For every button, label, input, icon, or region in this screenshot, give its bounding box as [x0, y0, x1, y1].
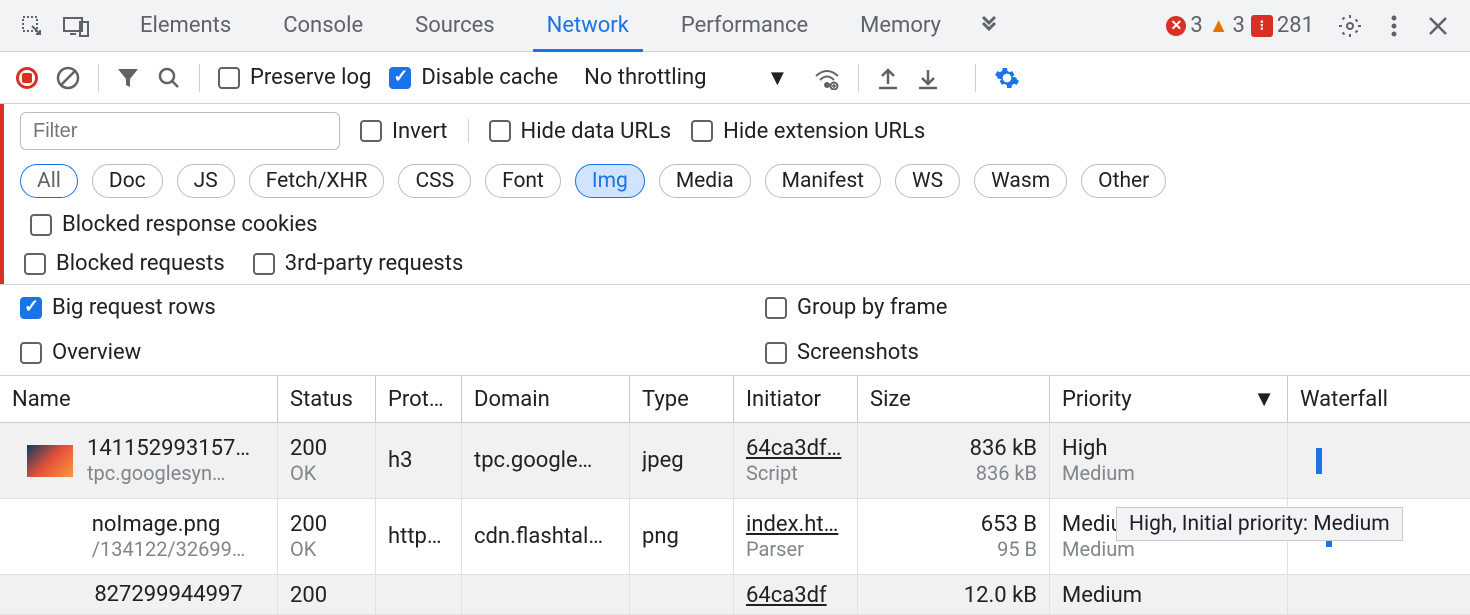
tab-performance[interactable]: Performance	[657, 0, 832, 52]
chevron-down-icon: ▼	[766, 65, 788, 91]
col-priority[interactable]: Priority ▼	[1050, 376, 1288, 422]
tab-memory[interactable]: Memory	[836, 0, 965, 52]
view-settings: Big request rows Group by frame Overview…	[0, 284, 1470, 375]
chip-doc[interactable]: Doc	[92, 164, 163, 198]
waterfall-bar	[1316, 448, 1322, 474]
overview-checkbox[interactable]: Overview	[20, 340, 141, 365]
chip-media[interactable]: Media	[659, 164, 751, 198]
kebab-menu-icon[interactable]	[1374, 6, 1414, 46]
blocked-cookies-checkbox[interactable]: Blocked response cookies	[30, 212, 318, 237]
sort-descending-icon: ▼	[1253, 386, 1275, 412]
inspect-icon[interactable]	[12, 6, 52, 46]
filter-input[interactable]	[20, 112, 340, 150]
upload-icon[interactable]	[877, 66, 899, 90]
col-domain[interactable]: Domain	[462, 376, 630, 422]
tab-network[interactable]: Network	[523, 0, 653, 52]
search-icon[interactable]	[157, 66, 181, 90]
initiator-link[interactable]: 64ca3df…	[746, 436, 845, 461]
chip-other[interactable]: Other	[1081, 164, 1166, 198]
col-name[interactable]: Name	[0, 376, 278, 422]
tab-sources[interactable]: Sources	[391, 0, 519, 52]
type-filter-chips: All Doc JS Fetch/XHR CSS Font Img Media …	[4, 158, 1470, 243]
table-row[interactable]: 827299944997 200 64ca3df 12.0 kB Medium	[0, 575, 1470, 615]
network-table-header: Name Status Prot… Domain Type Initiator …	[0, 375, 1470, 423]
col-size[interactable]: Size	[858, 376, 1050, 422]
filter-icon[interactable]	[117, 67, 139, 89]
network-conditions-icon[interactable]	[814, 66, 840, 90]
initiator-link[interactable]: index.ht…	[746, 512, 845, 537]
device-toggle-icon[interactable]	[56, 6, 96, 46]
main-tabs-bar: Elements Console Sources Network Perform…	[0, 0, 1470, 52]
more-tabs-icon[interactable]	[969, 6, 1009, 46]
chip-css[interactable]: CSS	[398, 164, 471, 198]
clear-icon[interactable]	[56, 66, 80, 90]
big-rows-checkbox[interactable]: Big request rows	[20, 295, 216, 320]
chip-fetch[interactable]: Fetch/XHR	[249, 164, 385, 198]
throttling-select[interactable]: No throttling ▼	[576, 65, 796, 91]
preserve-log-checkbox[interactable]: Preserve log	[218, 65, 371, 90]
close-icon[interactable]	[1418, 6, 1458, 46]
col-type[interactable]: Type	[630, 376, 734, 422]
issues-icon: ⁝	[1251, 15, 1273, 37]
col-initiator[interactable]: Initiator	[734, 376, 858, 422]
resource-thumbnail	[27, 445, 73, 477]
chip-manifest[interactable]: Manifest	[765, 164, 881, 198]
record-button[interactable]	[16, 67, 38, 89]
network-toolbar: Preserve log Disable cache No throttling…	[0, 52, 1470, 104]
group-by-frame-checkbox[interactable]: Group by frame	[765, 295, 947, 320]
chip-wasm[interactable]: Wasm	[974, 164, 1067, 198]
screenshots-checkbox[interactable]: Screenshots	[765, 340, 919, 365]
chip-img[interactable]: Img	[575, 164, 645, 198]
error-badges[interactable]: ✕3 ▲3 ⁝281	[1166, 13, 1314, 38]
settings-gear-icon[interactable]	[1330, 6, 1370, 46]
chip-all[interactable]: All	[20, 164, 78, 198]
chip-font[interactable]: Font	[485, 164, 561, 198]
chip-js[interactable]: JS	[177, 164, 235, 198]
hide-data-urls-checkbox[interactable]: Hide data URLs	[489, 119, 672, 144]
hide-extension-urls-checkbox[interactable]: Hide extension URLs	[691, 119, 925, 144]
tab-elements[interactable]: Elements	[116, 0, 255, 52]
network-table-body: 141152993157… tpc.googlesyn… 200OK h3 tp…	[0, 423, 1470, 615]
col-protocol[interactable]: Prot…	[376, 376, 462, 422]
table-row[interactable]: 141152993157… tpc.googlesyn… 200OK h3 tp…	[0, 423, 1470, 499]
tab-console[interactable]: Console	[259, 0, 387, 52]
blocked-requests-checkbox[interactable]: Blocked requests	[24, 251, 225, 276]
filter-panel: Invert Hide data URLs Hide extension URL…	[0, 104, 1470, 284]
panel-settings-icon[interactable]	[994, 65, 1020, 91]
warning-icon: ▲	[1209, 13, 1229, 38]
col-waterfall[interactable]: Waterfall	[1288, 376, 1470, 422]
download-icon[interactable]	[917, 66, 939, 90]
third-party-checkbox[interactable]: 3rd-party requests	[253, 251, 464, 276]
col-status[interactable]: Status	[278, 376, 376, 422]
error-icon: ✕	[1166, 16, 1186, 36]
priority-tooltip: High, Initial priority: Medium	[1116, 507, 1403, 541]
chip-ws[interactable]: WS	[895, 164, 960, 198]
disable-cache-checkbox[interactable]: Disable cache	[389, 65, 558, 90]
invert-checkbox[interactable]: Invert	[360, 119, 448, 144]
